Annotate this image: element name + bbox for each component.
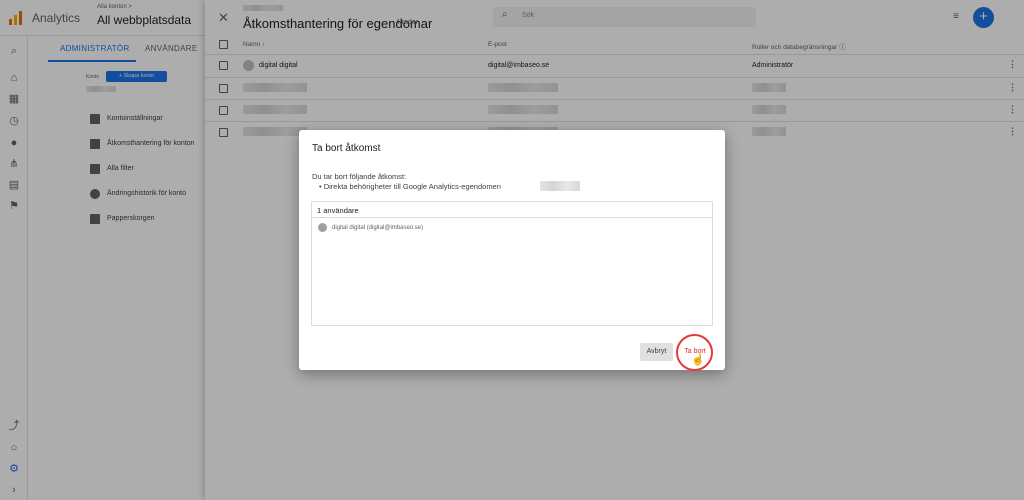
- user-count: 1 användare: [317, 206, 359, 215]
- dialog-bullet-text: Direkta behörigheter till Google Analyti…: [323, 182, 501, 191]
- dialog-intro: Du tar bort följande åtkomst:: [312, 172, 407, 181]
- hand-cursor-icon: ☝: [691, 354, 705, 366]
- user-entry: digital digital (digital@imbaseo.se): [332, 225, 424, 231]
- dialog-bullet: • Direkta behörigheter till Google Analy…: [319, 182, 501, 191]
- cancel-button[interactable]: Avbryt: [640, 343, 673, 361]
- dialog-title: Ta bort åtkomst: [312, 143, 381, 154]
- affected-users-list: 1 användare digital digital (digital@imb…: [311, 201, 713, 326]
- property-name-redacted: [540, 181, 580, 191]
- avatar: [318, 223, 327, 232]
- remove-access-dialog: Ta bort åtkomst Du tar bort följande åtk…: [299, 130, 725, 371]
- users-list-header: 1 användare: [312, 202, 712, 218]
